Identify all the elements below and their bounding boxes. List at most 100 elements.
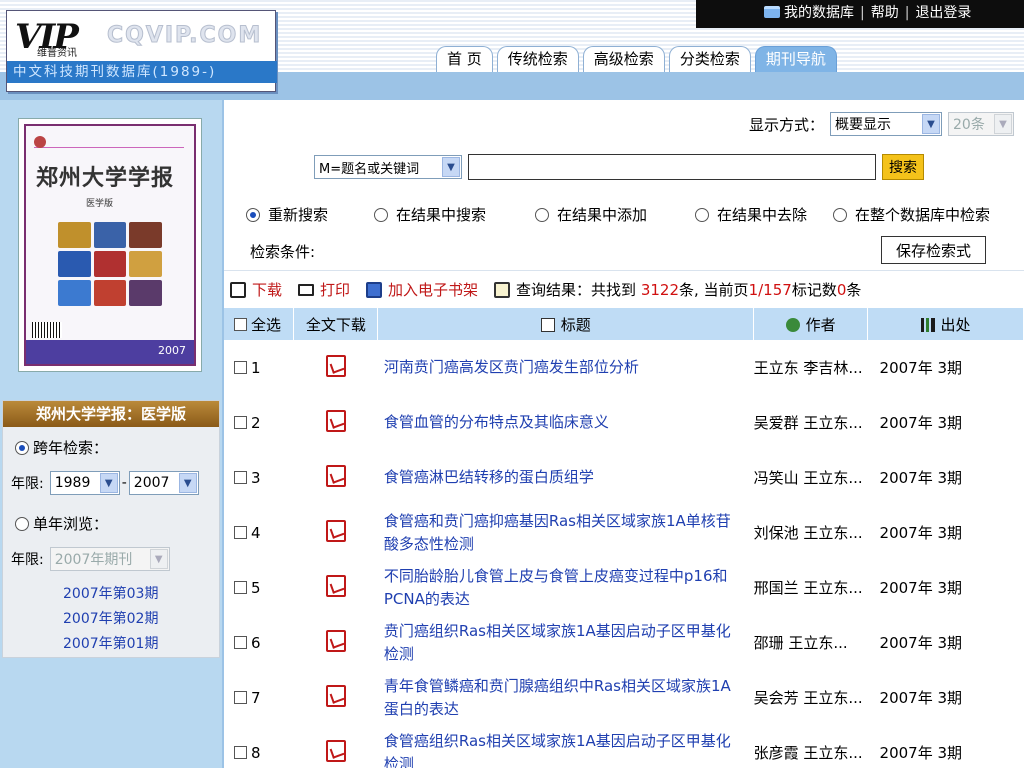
row-select-cell[interactable]: 4 <box>224 505 294 560</box>
row-select-cell[interactable]: 7 <box>224 670 294 725</box>
select-all-header[interactable]: 全选 <box>224 308 295 340</box>
row-download-cell[interactable] <box>294 340 378 395</box>
mode-radio[interactable] <box>695 207 709 222</box>
chevron-down-icon: ▼ <box>442 157 460 177</box>
pdf-icon[interactable] <box>325 574 346 597</box>
pdf-icon[interactable] <box>325 354 346 377</box>
row-checkbox[interactable] <box>234 745 247 759</box>
cross-year-label: 跨年检索： <box>33 439 109 457</box>
save-search-button[interactable]: 保存检索式 <box>880 236 986 264</box>
row-title-link[interactable]: 青年食管鳞癌和贲门腺癌组织中Ras相关区域家族1A蛋白的表达 <box>378 670 754 725</box>
row-download-cell[interactable] <box>294 450 378 505</box>
my-database-link[interactable]: 我的数据库 <box>784 5 854 21</box>
per-page-select[interactable]: 20条 ▼ <box>948 112 1014 136</box>
pdf-icon[interactable] <box>325 684 346 707</box>
row-select-cell[interactable]: 5 <box>224 560 294 615</box>
row-download-cell[interactable] <box>294 725 378 768</box>
row-title-link[interactable]: 食管血管的分布特点及其临床意义 <box>378 395 754 450</box>
year-to-select[interactable]: 2007 ▼ <box>128 471 199 495</box>
title-header-label: 标题 <box>560 315 591 334</box>
row-title-link[interactable]: 贲门癌组织Ras相关区域家族1A基因启动子区甲基化检测 <box>378 615 754 670</box>
issue-link[interactable]: 2007年第03期 <box>63 583 158 603</box>
add-to-shelf-action[interactable]: 加入电子书架 <box>366 279 478 300</box>
mode-remove-from-results[interactable]: 在结果中去除 <box>695 204 833 225</box>
chevron-down-icon: ▼ <box>922 114 940 134</box>
row-select-cell[interactable]: 3 <box>224 450 294 505</box>
summary-text: 标记数 <box>791 281 837 299</box>
row-download-cell[interactable] <box>294 615 378 670</box>
results-main: 显示方式： 概要显示 ▼ 20条 ▼ M=题名或关键词 ▼ 搜索 重新搜索 在结… <box>222 100 1024 768</box>
row-title-link[interactable]: 不同胎龄胎儿食管上皮与食管上皮癌变过程中p16和PCNA的表达 <box>378 560 754 615</box>
separator: | <box>904 5 910 21</box>
search-input[interactable] <box>468 154 876 180</box>
row-title-link[interactable]: 河南贲门癌高发区贲门癌发生部位分析 <box>378 340 754 395</box>
row-checkbox[interactable] <box>234 635 247 649</box>
single-year-range-label: 年限: <box>11 552 44 568</box>
row-title-link[interactable]: 食管癌组织Ras相关区域家族1A基因启动子区甲基化检测 <box>378 725 754 768</box>
row-authors: 吴爱群 王立东... <box>753 413 863 432</box>
help-link[interactable]: 帮助 <box>871 5 899 21</box>
single-year-select[interactable]: 2007年期刊 ▼ <box>49 547 170 571</box>
tab-journal-navigation[interactable]: 期刊导航 <box>754 46 837 72</box>
row-checkbox[interactable] <box>234 525 247 539</box>
issue-link[interactable]: 2007年第01期 <box>63 633 158 653</box>
pdf-icon[interactable] <box>325 739 346 762</box>
table-row: 3 食管癌淋巴结转移的蛋白质组学 冯笑山 王立东... 2007年 3期 <box>224 450 1024 505</box>
row-download-cell[interactable] <box>294 395 378 450</box>
issue-link[interactable]: 2007年第02期 <box>63 608 158 628</box>
search-button[interactable]: 搜索 <box>882 154 924 180</box>
mode-search-in-results[interactable]: 在结果中搜索 <box>374 204 535 225</box>
pdf-icon[interactable] <box>325 464 346 487</box>
row-title-link[interactable]: 食管癌淋巴结转移的蛋白质组学 <box>378 450 754 505</box>
tab-traditional-search[interactable]: 传统检索 <box>496 46 579 72</box>
tab-category-search[interactable]: 分类检索 <box>668 46 751 72</box>
row-select-cell[interactable]: 8 <box>224 725 294 768</box>
mode-radio[interactable] <box>374 207 388 222</box>
journal-title: 郑州大学学报：医学版 <box>3 401 219 427</box>
logout-link[interactable]: 退出登录 <box>915 5 971 21</box>
row-select-cell[interactable]: 2 <box>224 395 294 450</box>
year-from-select[interactable]: 1989 ▼ <box>49 471 120 495</box>
tab-home[interactable]: 首 页 <box>436 46 493 72</box>
author-header: 作者 <box>753 308 869 340</box>
left-sidebar: 郑州大学学报 医学版 2007 郑州大学学报：医学版 跨年检索： 年限: 198… <box>0 100 222 768</box>
row-checkbox[interactable] <box>234 415 247 429</box>
cover-tile <box>58 222 91 248</box>
mode-add-to-results[interactable]: 在结果中添加 <box>535 204 695 225</box>
mode-radio[interactable] <box>833 207 847 222</box>
mode-radio[interactable] <box>246 207 260 222</box>
row-download-cell[interactable] <box>294 505 378 560</box>
table-row: 7 青年食管鳞癌和贲门腺癌组织中Ras相关区域家族1A蛋白的表达 吴会芳 王立东..… <box>224 670 1024 725</box>
search-field-select[interactable]: M=题名或关键词 ▼ <box>314 155 462 179</box>
year-range-label: 年限: <box>11 476 44 492</box>
row-download-cell[interactable] <box>294 560 378 615</box>
database-banner: 中文科技期刊数据库(1989-) <box>7 61 277 83</box>
pdf-icon[interactable] <box>325 409 346 432</box>
pdf-icon[interactable] <box>325 629 346 652</box>
search-mode-options: 重新搜索 在结果中搜索 在结果中添加 在结果中去除 在整个数据库中检索 <box>246 204 990 225</box>
pdf-icon[interactable] <box>325 519 346 542</box>
site-logo[interactable]: VIP 维普资讯 CQVIP.COM 中文科技期刊数据库(1989-) <box>6 10 277 92</box>
display-mode-select[interactable]: 概要显示 ▼ <box>830 112 942 136</box>
tab-advanced-search[interactable]: 高级检索 <box>582 46 665 72</box>
row-select-cell[interactable]: 1 <box>224 340 294 395</box>
row-title-link[interactable]: 食管癌和贲门癌抑癌基因Ras相关区域家族1A单核苷酸多态性检测 <box>378 505 754 560</box>
row-checkbox[interactable] <box>234 470 247 484</box>
cross-year-radio[interactable] <box>15 440 29 455</box>
cross-year-option[interactable]: 跨年检索： <box>15 437 108 458</box>
single-year-radio[interactable] <box>15 516 29 531</box>
mode-radio[interactable] <box>535 207 549 222</box>
single-year-option[interactable]: 单年浏览： <box>15 513 108 534</box>
mode-new-search[interactable]: 重新搜索 <box>246 204 374 225</box>
row-select-cell[interactable]: 6 <box>224 615 294 670</box>
select-all-checkbox[interactable] <box>234 317 247 331</box>
row-checkbox[interactable] <box>234 360 247 374</box>
mode-search-whole-db[interactable]: 在整个数据库中检索 <box>833 204 990 225</box>
row-checkbox[interactable] <box>234 580 247 594</box>
row-download-cell[interactable] <box>294 670 378 725</box>
print-action[interactable]: 打印 <box>298 279 350 300</box>
display-mode-value: 概要显示 <box>835 117 891 133</box>
row-number: 7 <box>251 688 261 707</box>
download-action[interactable]: 下载 <box>230 279 282 300</box>
row-checkbox[interactable] <box>234 690 247 704</box>
